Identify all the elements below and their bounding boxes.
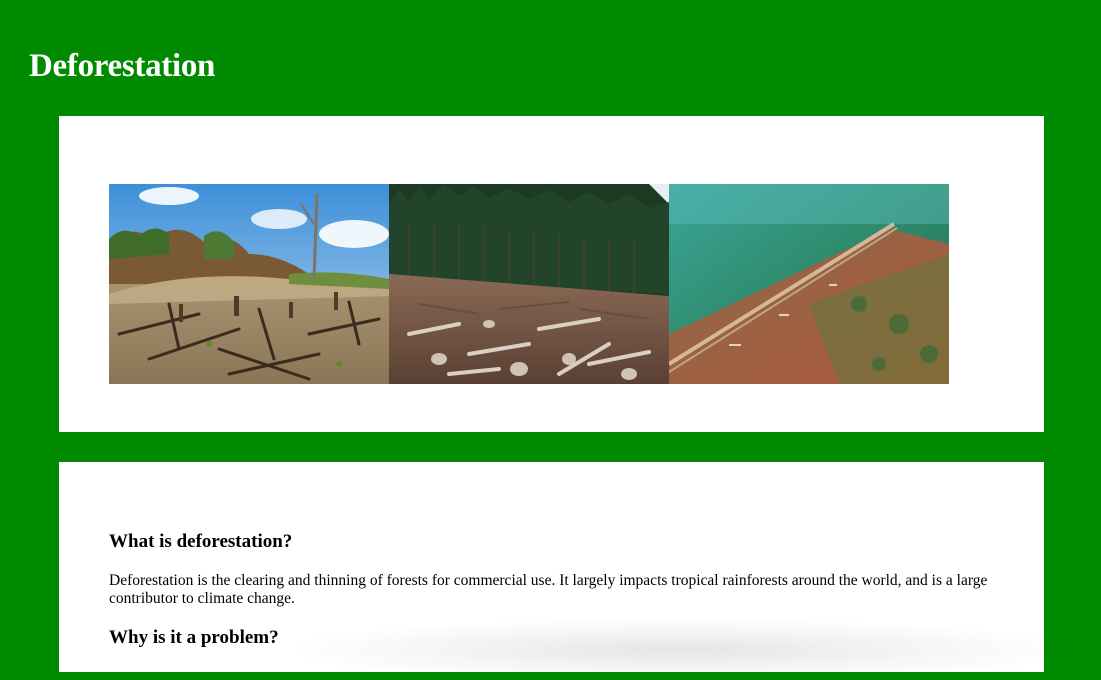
aerial-forest-image	[669, 184, 949, 384]
definition-paragraph: Deforestation is the clearing and thinni…	[109, 572, 988, 607]
image-gallery	[109, 184, 949, 384]
image-gallery-card	[59, 116, 1044, 432]
clear-cut-image	[389, 184, 669, 384]
burned-land-image	[109, 184, 389, 384]
heading-what-is-deforestation: What is deforestation?	[109, 531, 293, 552]
gallery-image-aerial-forest	[669, 184, 949, 384]
info-card: What is deforestation? Deforestation is …	[59, 462, 1044, 672]
gallery-image-burned-land	[109, 184, 389, 384]
page-title: Deforestation	[29, 48, 216, 84]
gallery-image-clear-cut	[389, 184, 669, 384]
heading-why-is-it-a-problem: Why is it a problem?	[109, 627, 279, 648]
